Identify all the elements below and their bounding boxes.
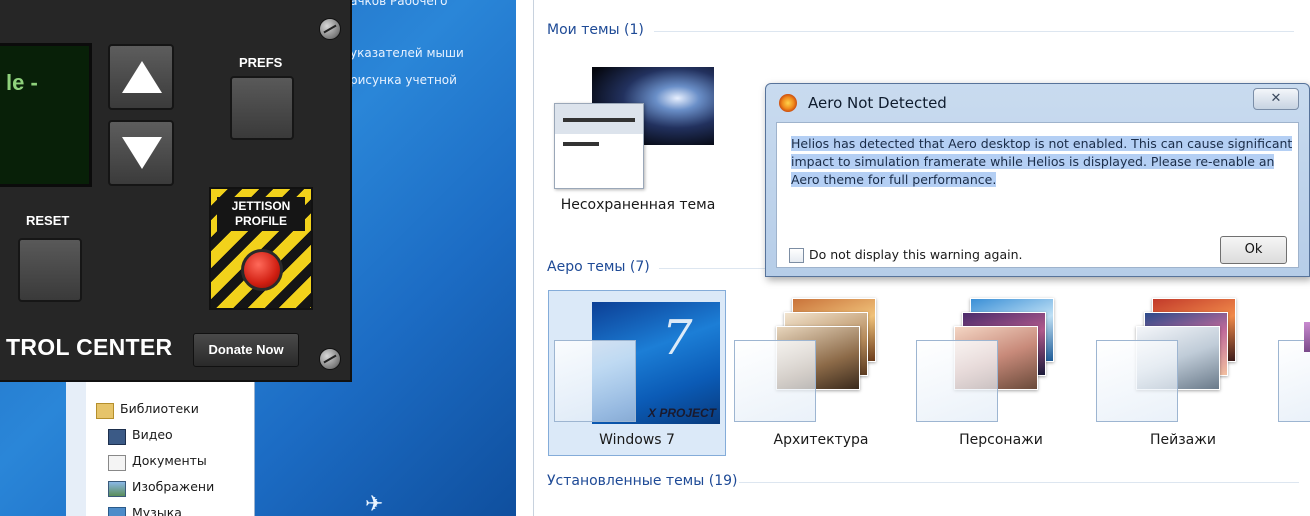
dialog-message: Helios has detected that Aero desktop is… [791, 135, 1293, 189]
unsaved-theme-window-preview [554, 103, 644, 189]
theme-partial-preview [1304, 322, 1310, 352]
music-icon [108, 507, 126, 516]
theme-caption-landscapes: Пейзажи [1150, 432, 1216, 448]
explorer-item-documents[interactable]: Документы [132, 453, 207, 468]
my-themes-header: Мои темы (1) [547, 22, 644, 38]
explorer-item-music[interactable]: Музыка [132, 505, 182, 516]
window-glass-preview [554, 340, 636, 422]
theme-caption-architecture: Архитектура [773, 432, 869, 448]
window-glass-preview [916, 340, 998, 422]
reset-label: RESET [26, 213, 70, 228]
dont-show-again-label[interactable]: Do not display this warning again. [809, 247, 1022, 262]
jettison-profile-panel: JETTISON PROFILE [209, 187, 313, 310]
dialog-message-text: Helios has detected that Aero desktop is… [791, 136, 1293, 187]
folder-icon [96, 403, 114, 419]
desktop-background: Изменение значков Рабочего указателей мы… [0, 0, 516, 516]
video-icon [108, 429, 126, 445]
bird-icon: ✈ [365, 492, 384, 516]
screw-icon [319, 18, 341, 40]
explorer-item-video[interactable]: Видео [132, 427, 173, 442]
theme-caption-windows-7: Windows 7 [599, 432, 675, 448]
desktop-link-account-picture[interactable]: рисунка учетной [350, 73, 457, 87]
helios-control-panel: le - PREFS RESET JETTISON PROFILE TROL C… [0, 0, 352, 382]
theme-caption-characters: Персонажи [959, 432, 1043, 448]
reset-button[interactable] [18, 238, 82, 302]
down-arrow-button[interactable] [108, 120, 174, 186]
theme-caption-unsaved: Несохраненная тема [560, 197, 716, 213]
jettison-profile-label: JETTISON PROFILE [217, 197, 305, 231]
document-icon [108, 455, 126, 471]
section-divider [739, 482, 1299, 483]
explorer-navigation-pane: Библиотеки Видео Документы Изображени Му… [66, 380, 255, 516]
prefs-label: PREFS [239, 55, 283, 70]
window-glass-preview [734, 340, 816, 422]
explorer-item-images[interactable]: Изображени [132, 479, 214, 494]
dont-show-again-checkbox[interactable] [789, 248, 804, 263]
up-arrow-icon [122, 61, 162, 93]
profile-display: le - [0, 43, 92, 187]
window-glass-preview [1278, 340, 1310, 422]
up-arrow-button[interactable] [108, 44, 174, 110]
explorer-item-libraries[interactable]: Библиотеки [120, 401, 199, 416]
aero-themes-header: Аеро темы (7) [547, 259, 650, 275]
dialog-body: Helios has detected that Aero desktop is… [776, 122, 1299, 268]
ok-button[interactable]: Ok [1220, 236, 1287, 264]
helios-app-icon [779, 94, 797, 112]
control-center-title: TROL CENTER [6, 334, 173, 360]
screw-icon [319, 348, 341, 370]
window-glass-preview [1096, 340, 1178, 422]
installed-themes-header: Установленные темы (19) [547, 473, 738, 489]
close-button[interactable]: ✕ [1253, 88, 1299, 110]
desktop-link-mouse-pointers[interactable]: указателей мыши [350, 46, 464, 60]
windows-7-wallpaper-text: X PROJECT [647, 406, 716, 420]
prefs-button[interactable] [230, 76, 294, 140]
profile-display-text: le - [6, 70, 38, 95]
donate-now-button[interactable]: Donate Now [193, 333, 299, 367]
aero-not-detected-dialog: Aero Not Detected ✕ Helios has detected … [765, 83, 1310, 277]
section-divider [654, 31, 1294, 32]
close-icon: ✕ [1270, 91, 1282, 106]
jettison-profile-button[interactable] [241, 249, 283, 291]
down-arrow-icon [122, 137, 162, 169]
dialog-title: Aero Not Detected [808, 94, 947, 112]
image-icon [108, 481, 126, 497]
